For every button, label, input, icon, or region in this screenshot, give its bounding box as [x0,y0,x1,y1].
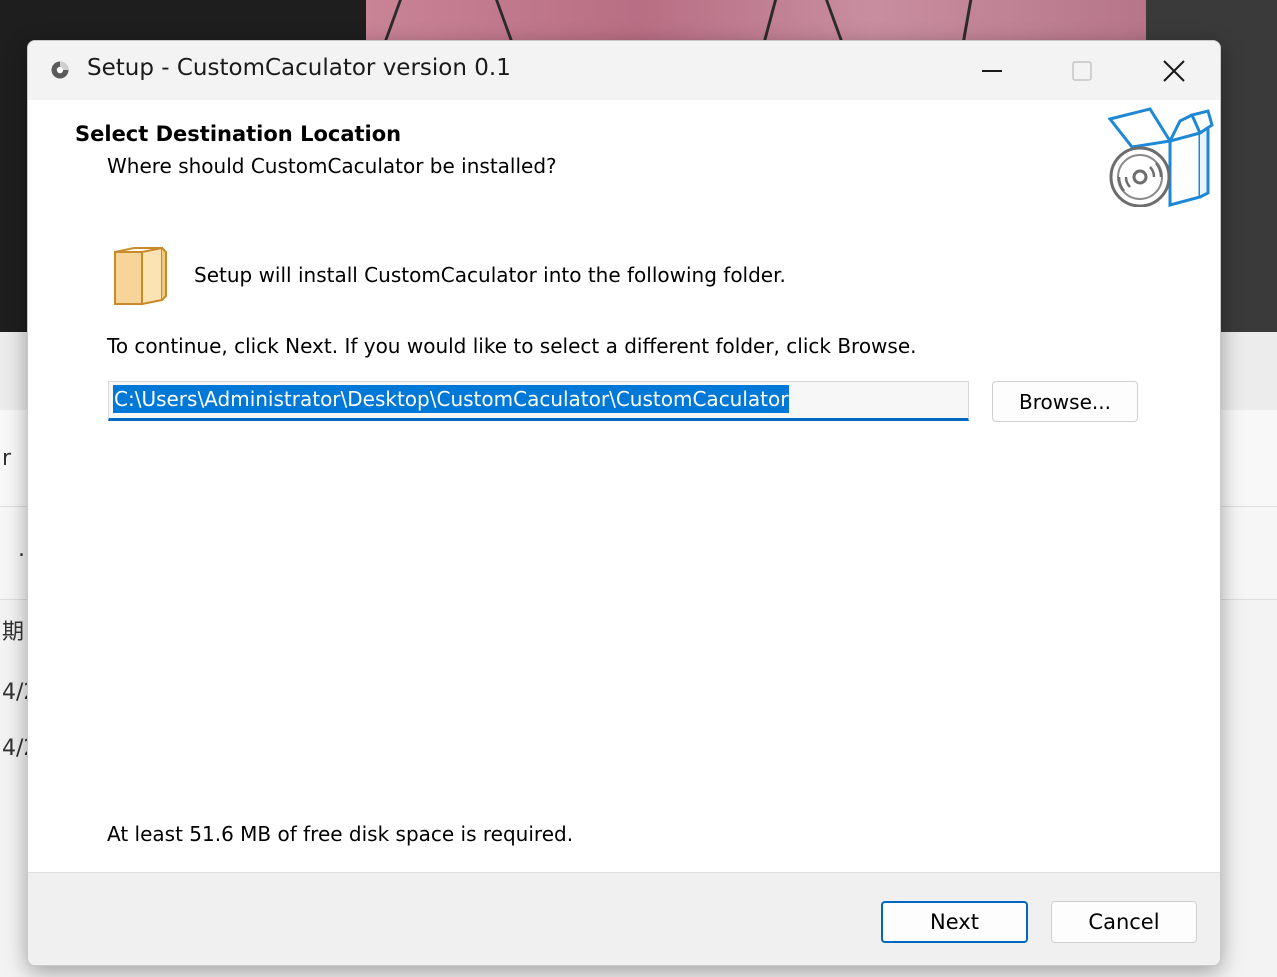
title-bar[interactable]: Setup - CustomCaculator version 0.1 [28,41,1220,100]
setup-app-icon [51,61,69,79]
background-text-fragment: . [18,537,25,562]
close-button[interactable] [1127,41,1220,100]
destination-path-input[interactable]: C:\Users\Administrator\Desktop\CustomCac… [108,381,969,421]
next-button[interactable]: Next [881,901,1028,943]
folder-icon [114,246,167,306]
minimize-icon [982,69,1002,72]
close-icon [1162,59,1185,82]
install-folder-message: Setup will install CustomCaculator into … [194,263,786,287]
background-text-fragment: r [2,446,12,471]
continue-instruction: To continue, click Next. If you would li… [107,334,917,358]
maximize-icon [1072,60,1092,81]
destination-path-value[interactable]: C:\Users\Administrator\Desktop\CustomCac… [113,385,790,413]
wizard-header: Select Destination Location Where should… [28,100,1220,210]
page-title: Select Destination Location [75,122,402,146]
wizard-content: Setup will install CustomCaculator into … [28,210,1220,872]
page-subtitle: Where should CustomCaculator be installe… [107,154,557,178]
background-text-fragment: 期 [2,620,25,645]
minimize-button[interactable] [947,41,1037,100]
browse-button[interactable]: Browse... [992,381,1138,422]
wizard-footer: Next Cancel [28,872,1220,965]
disk-space-requirement: At least 51.6 MB of free disk space is r… [107,822,574,846]
window-title: Setup - CustomCaculator version 0.1 [87,55,511,81]
cancel-button[interactable]: Cancel [1051,901,1197,943]
setup-dialog: Setup - CustomCaculator version 0.1 Sele… [27,40,1221,966]
install-box-disc-icon [1108,107,1214,207]
maximize-button[interactable] [1037,41,1127,100]
